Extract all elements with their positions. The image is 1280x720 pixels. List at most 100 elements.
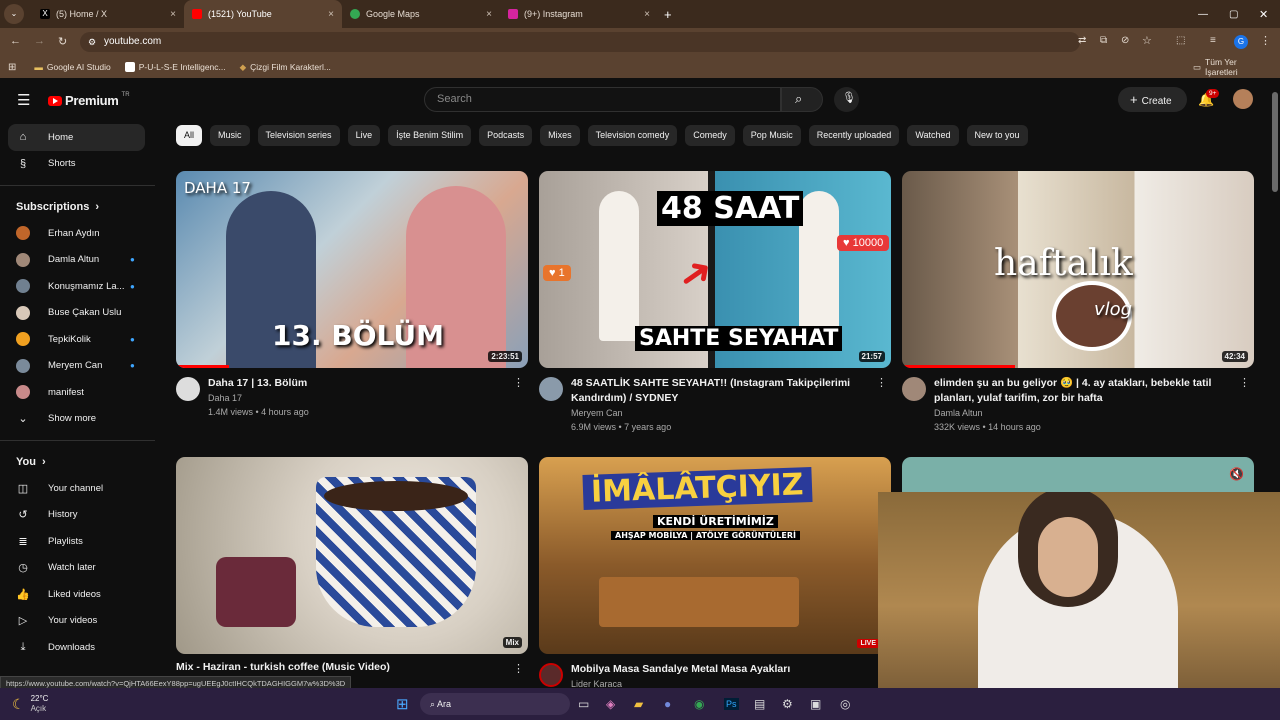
youtube-premium-logo[interactable]: Premium TR [48, 92, 130, 108]
sidebar-item-playlists[interactable]: ≣ Playlists [0, 528, 155, 555]
new-tab-button[interactable]: + [664, 7, 672, 22]
task-view-icon[interactable]: ▭ [578, 697, 589, 711]
filter-chip[interactable]: Television comedy [587, 125, 678, 146]
bookmark-cizgi[interactable]: ◆ Çizgi Film Karakterl... [240, 62, 331, 73]
close-icon[interactable]: × [644, 9, 650, 20]
sidebar-item-your-videos[interactable]: ▷ Your videos [0, 608, 155, 635]
video-title[interactable]: Mobilya Masa Sandalye Metal Masa Ayaklar… [571, 662, 871, 677]
sidebar-subscription[interactable]: Erhan Aydın [0, 220, 155, 247]
weather-widget[interactable]: 22°C Açık [31, 694, 49, 714]
account-avatar[interactable] [1233, 89, 1253, 109]
url-field[interactable]: ⚙ youtube.com [80, 32, 1080, 52]
filter-chip[interactable]: Television series [257, 125, 340, 146]
hide-icon[interactable]: ⊘ [1121, 35, 1129, 46]
channel-name[interactable]: Daha 17 [208, 393, 242, 403]
filter-chip[interactable]: İşte Benim Stilim [388, 125, 472, 146]
taskbar-search[interactable]: ⌕ Ara [420, 693, 570, 715]
bookmark-ai-studio[interactable]: ▬ Google AI Studio [34, 62, 110, 72]
translate-icon[interactable]: ⇄ [1078, 35, 1086, 46]
mute-icon[interactable]: 🔇 [1229, 467, 1244, 481]
bookmark-pulse[interactable]: P-U-L-S-E Intelligenc... [124, 62, 226, 72]
filter-chip[interactable]: Watched [907, 125, 959, 146]
extensions-icon[interactable]: ⬚ [1176, 35, 1185, 46]
you-heading[interactable]: You › [0, 449, 155, 475]
video-title[interactable]: 48 SAATLİK SAHTE SEYAHAT!! (Instagram Ta… [571, 376, 871, 406]
site-info-icon[interactable]: ⚙ [88, 32, 96, 52]
filter-chip[interactable]: Live [347, 125, 381, 146]
channel-name[interactable]: Damla Altun [934, 408, 983, 418]
close-icon[interactable]: × [328, 9, 334, 20]
sidebar-subscription[interactable]: Buse Çakan Uslu [0, 300, 155, 327]
scrollbar-thumb[interactable] [1272, 92, 1278, 192]
sidebar-subscription[interactable]: manifest [0, 379, 155, 406]
video-card[interactable]: İMÂLÂTÇIYIZ KENDİ ÜRETİMİMİZ AHŞAP MOBİL… [539, 457, 891, 714]
channel-avatar[interactable] [539, 663, 563, 687]
more-options-icon[interactable]: ⋮ [1239, 376, 1250, 389]
filter-chip[interactable]: Music [210, 125, 250, 146]
search-button[interactable]: ⌕ [781, 87, 823, 112]
bookmark-star-icon[interactable]: ☆ [1142, 34, 1152, 47]
app-icon[interactable]: ◎ [840, 697, 850, 711]
filter-chip[interactable]: New to you [966, 125, 1028, 146]
tab-youtube[interactable]: (1521) YouTube × [184, 0, 342, 28]
channel-avatar[interactable] [539, 377, 563, 401]
sidebar-subscription[interactable]: Meryem Can ● [0, 353, 155, 380]
video-card[interactable]: haftalık vlog 42:34 elimden şu an bu gel… [902, 171, 1254, 432]
tab-google-maps[interactable]: Google Maps × [342, 0, 500, 28]
channel-avatar[interactable] [902, 377, 926, 401]
back-icon[interactable]: ← [10, 35, 21, 47]
forward-icon[interactable]: → [34, 35, 45, 47]
media-icon[interactable]: ≡ [1210, 35, 1216, 46]
more-options-icon[interactable]: ⋮ [513, 376, 524, 389]
more-options-icon[interactable]: ⋮ [876, 376, 887, 389]
voice-search-button[interactable]: 🎙 [834, 87, 859, 112]
sidebar-item-watch-later[interactable]: ◷ Watch later [0, 555, 155, 582]
discord-icon[interactable]: ● [664, 697, 671, 711]
photoshop-icon[interactable]: Ps [724, 698, 739, 710]
sidebar-item-shorts[interactable]: § Shorts [0, 151, 155, 178]
more-options-icon[interactable]: ⋮ [513, 662, 524, 675]
tab-x[interactable]: X (5) Home / X × [32, 0, 184, 28]
close-icon[interactable]: × [170, 9, 176, 20]
minimize-button[interactable]: — [1198, 9, 1208, 20]
sidebar-subscription[interactable]: TepkiKolik ● [0, 326, 155, 353]
apps-icon[interactable]: ⊞ [8, 62, 16, 73]
file-explorer-icon[interactable]: ▰ [634, 697, 643, 711]
video-thumbnail[interactable]: Mix [176, 457, 528, 654]
chrome-icon[interactable]: ◉ [694, 697, 704, 711]
sidebar-item-like[interactable]: 👍 Liked videos [0, 581, 155, 608]
filter-chip[interactable]: Podcasts [479, 125, 533, 146]
reload-icon[interactable]: ↻ [58, 35, 67, 48]
show-more-button[interactable]: ⌄ Show more [0, 406, 155, 433]
video-thumbnail[interactable]: 48 SAAT SAHTE SEYAHAT ♥ 1 ♥ 10000 ➜ 21:5… [539, 171, 891, 368]
hamburger-menu-icon[interactable]: ☰ [17, 91, 30, 109]
channel-avatar[interactable] [176, 377, 200, 401]
all-bookmarks[interactable]: ▭ Tüm Yer İşaretleri [1193, 57, 1266, 77]
filter-chip[interactable]: Comedy [685, 125, 735, 146]
sidebar-item-download[interactable]: ⤓ Downloads [0, 634, 155, 661]
video-thumbnail[interactable]: DAHA 17 13. BÖLÜM 2:23:51 [176, 171, 528, 368]
video-card[interactable]: 🔇 [902, 457, 1254, 497]
video-title[interactable]: Daha 17 | 13. Bölüm [208, 376, 508, 391]
settings-icon[interactable]: ⚙ [782, 697, 793, 711]
close-icon[interactable]: × [486, 9, 492, 20]
copilot-icon[interactable]: ◈ [606, 697, 615, 711]
subscriptions-heading[interactable]: Subscriptions › [0, 194, 155, 220]
filter-chip[interactable]: Mixes [540, 125, 580, 146]
sidebar-item-channel[interactable]: ◫ Your channel [0, 475, 155, 502]
video-card[interactable]: 48 SAAT SAHTE SEYAHAT ♥ 1 ♥ 10000 ➜ 21:5… [539, 171, 891, 432]
app-icon[interactable]: ▣ [810, 697, 821, 711]
search-input[interactable]: Search [424, 87, 781, 112]
video-title[interactable]: Mix - Haziran - turkish coffee (Music Vi… [176, 660, 476, 675]
video-title[interactable]: elimden şu an bu geliyor 🥹 | 4. ay atakl… [934, 376, 1234, 406]
close-window-button[interactable]: ✕ [1259, 8, 1268, 21]
menu-dots-icon[interactable]: ⋮ [1260, 34, 1271, 47]
maximize-button[interactable]: ▢ [1229, 9, 1238, 20]
windows-start-icon[interactable]: ⊞ [396, 695, 409, 713]
sidebar-subscription[interactable]: Konuşmamız La... ● [0, 273, 155, 300]
create-button[interactable]: + Create [1118, 87, 1187, 112]
video-thumbnail[interactable]: haftalık vlog 42:34 [902, 171, 1254, 368]
filter-chip[interactable]: Recently uploaded [808, 125, 900, 146]
filter-chip[interactable]: All [176, 125, 203, 146]
video-card[interactable]: DAHA 17 13. BÖLÜM 2:23:51 Daha 17 | 13. … [176, 171, 528, 428]
